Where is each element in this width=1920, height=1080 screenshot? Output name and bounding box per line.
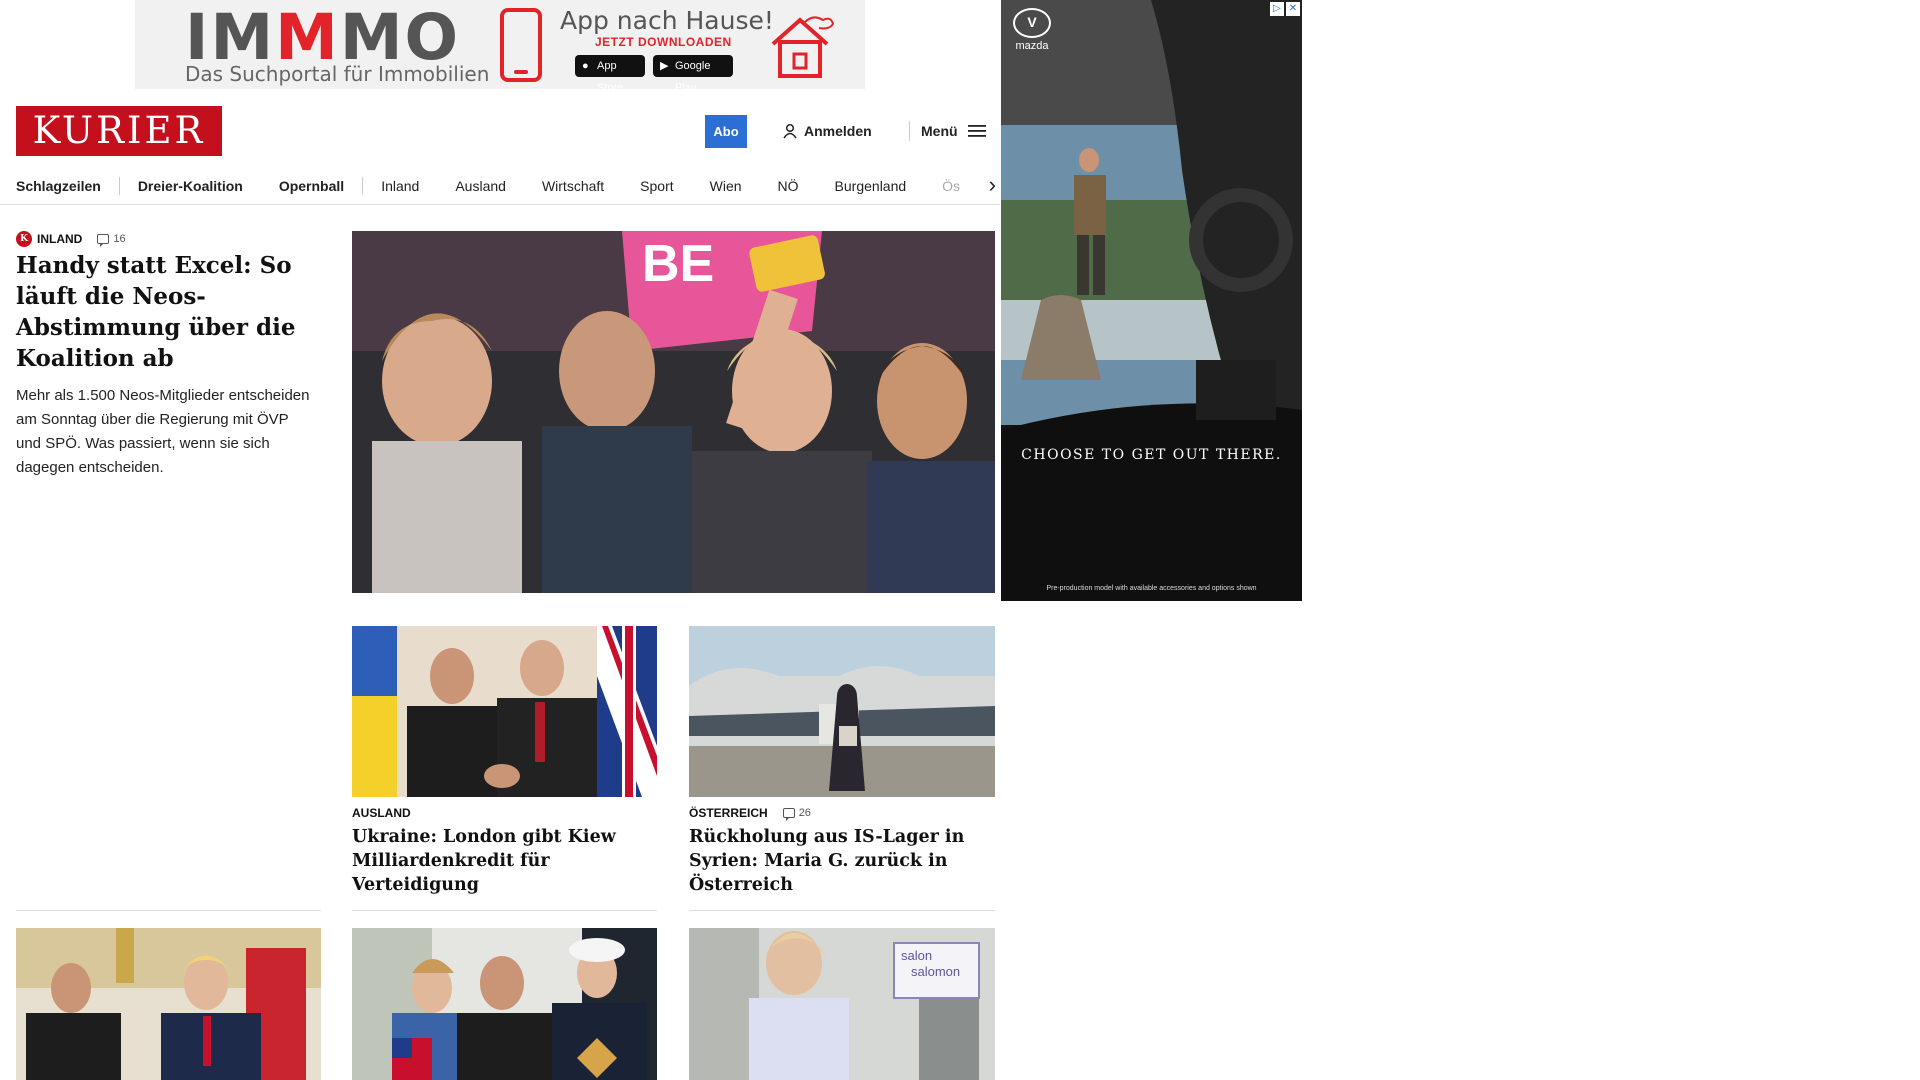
kurier-logo[interactable]: KURIER [16,106,222,156]
story-photo-oesterreich[interactable] [689,626,995,797]
nav-bottom-rule [0,204,1000,205]
section-rule [16,910,321,911]
section-rule [352,910,657,911]
adchoices-icon[interactable]: ▷ [1270,2,1284,16]
login-button[interactable]: Anmelden [782,120,872,142]
lead-headline[interactable]: Handy statt Excel: So läuft die Neos-Abs… [16,250,316,374]
nav-item-wirtschaft[interactable]: Wirtschaft [524,178,622,194]
nav-item-noe[interactable]: NÖ [760,178,817,194]
story-photo-bottom-2[interactable] [352,928,657,1080]
nav-item-schlagzeilen[interactable]: Schlagzeilen [16,178,119,194]
mazda-wordmark: mazda [1015,40,1049,52]
comment-icon [97,234,110,247]
mazda-logo: mazda [1013,8,1051,52]
kurier-badge-icon: K [16,231,32,247]
story-category-oesterreich: ÖSTERREICH [689,806,768,820]
story-photo-bottom-1[interactable] [16,928,321,1080]
nav-item-inland[interactable]: Inland [363,178,437,194]
header-divider [909,121,910,141]
menu-label: Menü [921,123,958,139]
salon-text-2: salomon [911,964,960,979]
story-kicker-oesterreich[interactable]: ÖSTERREICH 26 [689,806,811,821]
phone-icon [500,8,542,82]
play-icon: ▶ [660,60,669,72]
nav-item-ausland[interactable]: Ausland [437,178,524,194]
mazda-mark-icon [1013,8,1051,38]
ad-close-icon[interactable]: ✕ [1286,2,1300,16]
nav-scroll-right-icon[interactable]: › [966,168,996,204]
story-photo-ausland-image [352,626,657,797]
story-photo-bottom-3[interactable]: salon salomon [689,928,995,1080]
app-store-badge[interactable]: ● App Store [575,55,645,89]
section-rule [689,910,995,911]
story-headline-oesterreich[interactable]: Rückholung aus IS-Lager in Syrien: Maria… [689,825,995,897]
abo-button[interactable]: Abo [705,115,747,148]
lead-category: INLAND [37,232,83,246]
main-nav: Schlagzeilen Dreier-Koalition Opernball … [16,168,996,204]
nav-item-wien[interactable]: Wien [692,178,760,194]
apple-icon: ● [582,60,589,72]
side-ad-slogan: CHOOSE TO GET OUT THERE. [1021,447,1282,463]
nav-item-dreier-koalition[interactable]: Dreier-Koalition [120,178,261,194]
ad-cta-subtitle: JETZT DOWNLOADEN [595,35,732,49]
ad-brand-logo: IMMMO [185,1,461,74]
google-play-badge[interactable]: ▶ Google Play [653,55,733,89]
lead-photo-image: BE [352,231,995,593]
nav-item-opernball[interactable]: Opernball [261,178,362,194]
story-category-ausland: AUSLAND [352,806,411,820]
side-ad-fine-print: Pre-production model with available acce… [1046,585,1257,592]
comment-icon [782,808,795,821]
ad-tagline: Das Suchportal für Immobilien [185,62,490,86]
lead-teaser: Mehr als 1.500 Neos-Mitglieder entscheid… [16,387,310,476]
story-photo-bottom-3-image: salon salomon [689,928,995,1080]
story-kicker-ausland[interactable]: AUSLAND [352,806,411,820]
menu-button[interactable]: Menü [921,120,986,142]
top-banner-ad[interactable]: IMMMO Das Suchportal für Immobilien App … [135,0,865,89]
side-ad-image [1001,0,1302,601]
story-photo-bottom-1-image [16,928,321,1080]
story-photo-oesterreich-image [689,626,995,797]
story-photo-ausland[interactable] [352,626,657,797]
lead-photo-sign-text: BE [642,235,714,293]
ad-choices[interactable]: ▷ ✕ [1270,2,1300,16]
ad-cta-title: App nach Hause! [560,6,774,35]
story-headline-ausland[interactable]: Ukraine: London gibt Kiew Milliardenkred… [352,825,662,897]
lead-comment-count[interactable]: 16 [97,233,126,247]
nav-item-sport[interactable]: Sport [622,178,691,194]
hamburger-icon [967,125,986,137]
lead-kicker[interactable]: K INLAND 16 [16,231,126,247]
nav-item-burgenland[interactable]: Burgenland [817,178,925,194]
house-icon [771,16,835,78]
story-comment-count-oesterreich[interactable]: 26 [782,807,811,821]
user-icon [783,123,797,139]
login-label: Anmelden [804,123,872,139]
salon-text-1: salon [901,948,932,963]
lead-photo[interactable]: BE [352,231,995,593]
story-photo-bottom-2-image [352,928,657,1080]
side-ad-mazda[interactable]: ▷ ✕ mazda CHOOSE TO GET OUT THERE. Pre-p… [1001,0,1302,601]
